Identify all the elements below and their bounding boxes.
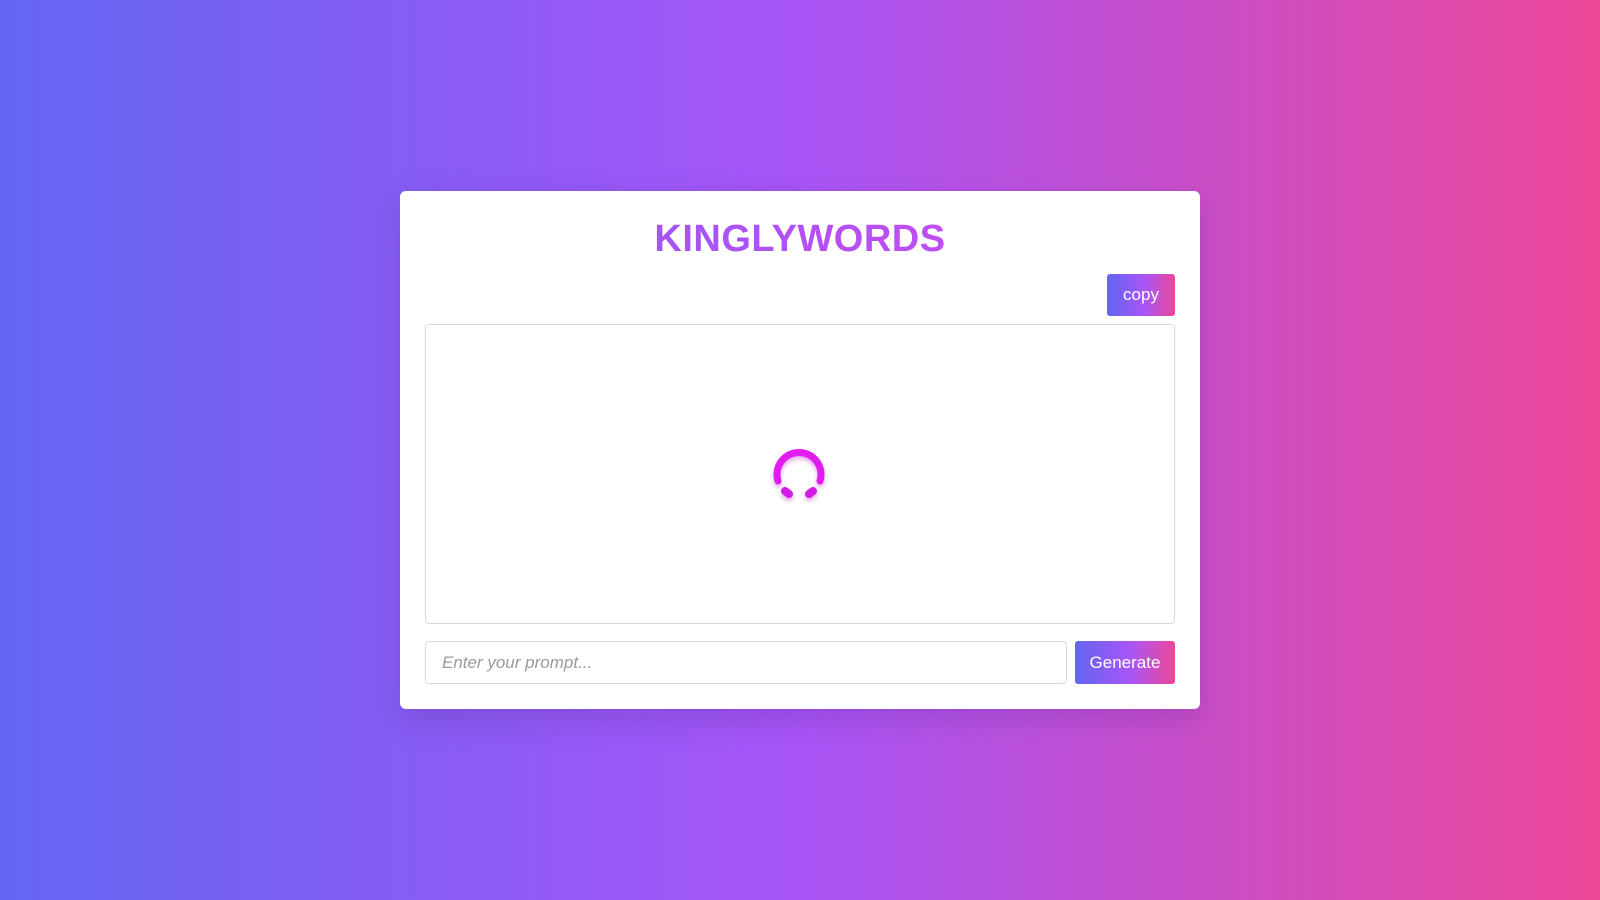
generate-button[interactable]: Generate — [1075, 641, 1175, 684]
generator-card: KINGLYWORDS copy Generate — [400, 191, 1200, 709]
app-title: KINGLYWORDS — [400, 215, 1200, 263]
loading-spinner-icon — [773, 448, 825, 498]
output-area — [425, 324, 1175, 624]
prompt-input[interactable] — [425, 641, 1067, 684]
copy-button[interactable]: copy — [1107, 274, 1175, 316]
